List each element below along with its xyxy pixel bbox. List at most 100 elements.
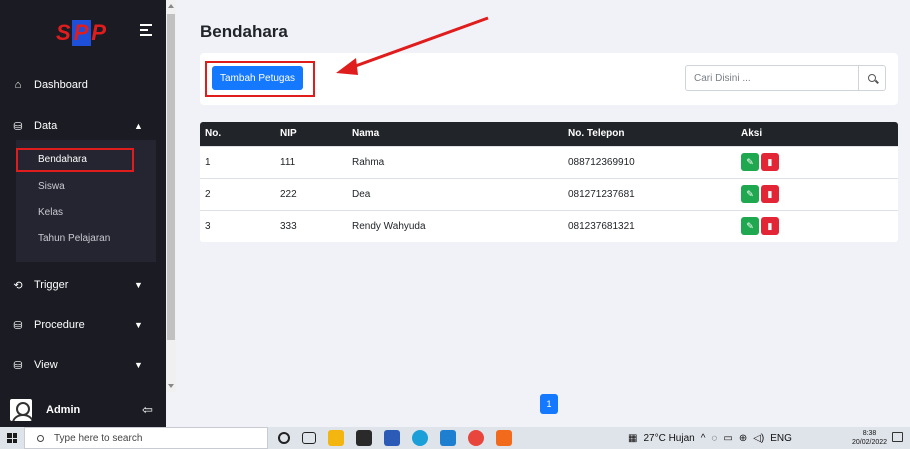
network-icon[interactable]: ◌: [711, 433, 717, 444]
cell-no: 3: [200, 209, 275, 242]
edit-button[interactable]: ✎: [741, 185, 759, 203]
scrollbar-thumb[interactable]: [167, 14, 175, 340]
weather-text[interactable]: 27°C Hujan: [643, 433, 694, 444]
table-row: 2 222 Dea 081271237681 ✎ ▮: [200, 177, 898, 210]
cortana-icon[interactable]: [278, 432, 290, 444]
user-name: Admin: [46, 403, 81, 416]
sidebar-item-trigger[interactable]: ⟲ Trigger ▼: [0, 272, 166, 298]
submenu-item-label: Bendahara: [38, 154, 87, 165]
cell-telepon: 088712369910: [563, 145, 736, 178]
search-icon: [37, 434, 44, 442]
sidebar: SPP ⌂ Dashboard ⛁ Data ▲ Bendahara Siswa…: [0, 0, 166, 427]
submenu-item-bendahara[interactable]: Bendahara: [16, 148, 134, 172]
battery-icon[interactable]: ▭: [723, 433, 732, 444]
bendahara-table: No. NIP Nama No. Telepon Aksi 1 111 Rahm…: [200, 122, 898, 242]
table-row: 3 333 Rendy Wahyuda 081237681321 ✎ ▮: [200, 209, 898, 242]
clock-date: 20/02/2022: [852, 439, 888, 446]
database-icon: ⛁: [13, 319, 23, 332]
submenu-item-siswa[interactable]: Siswa: [38, 181, 65, 192]
database-icon: ⛁: [13, 359, 23, 372]
chevron-up-icon[interactable]: ^: [701, 433, 706, 444]
app-window: SPP ⌂ Dashboard ⛁ Data ▲ Bendahara Siswa…: [0, 0, 910, 449]
taskbar: Type here to search ▦ 27°C Hujan ^ ◌ ▭ ⊕…: [0, 427, 910, 449]
system-tray: ▦ 27°C Hujan ^ ◌ ▭ ⊕ ◁) ENG: [628, 427, 792, 449]
delete-button[interactable]: ▮: [761, 153, 779, 171]
table-row: 1 111 Rahma 088712369910 ✎ ▮: [200, 145, 898, 178]
taskbar-apps: [278, 430, 512, 446]
logo-row: SPP: [0, 0, 166, 60]
home-icon: ⌂: [14, 79, 22, 91]
cell-no: 1: [200, 145, 275, 178]
word-icon[interactable]: [384, 430, 400, 446]
mail-icon[interactable]: [356, 430, 372, 446]
cell-nip: 333: [275, 209, 347, 242]
search-icon: [868, 74, 876, 82]
clock[interactable]: 8:38 20/02/2022: [852, 429, 887, 447]
sidebar-item-label: Dashboard: [34, 79, 88, 91]
cell-telepon: 081271237681: [563, 177, 736, 210]
cell-nama: Rendy Wahyuda: [347, 209, 563, 242]
submenu-item-tahun-pelajaran[interactable]: Tahun Pelajaran: [38, 233, 110, 244]
trash-icon: ▮: [767, 221, 773, 232]
pencil-icon: ✎: [746, 221, 754, 232]
task-view-icon[interactable]: [302, 432, 316, 444]
globe-icon[interactable]: ⊕: [739, 433, 747, 444]
start-button[interactable]: [0, 427, 24, 449]
app-logo[interactable]: SPP: [56, 20, 107, 46]
cell-nip: 222: [275, 177, 347, 210]
xampp-icon[interactable]: [496, 430, 512, 446]
pencil-icon: ✎: [746, 189, 754, 199]
windows-icon: [7, 433, 17, 443]
sidebar-item-label: Trigger: [34, 279, 69, 291]
sidebar-scrollbar[interactable]: [166, 0, 176, 392]
scroll-down-icon[interactable]: [168, 384, 174, 388]
cell-nama: Rahma: [347, 145, 563, 178]
edge-icon[interactable]: [412, 430, 428, 446]
submenu-item-kelas[interactable]: Kelas: [38, 207, 63, 218]
cell-telepon: 081237681321: [563, 209, 736, 242]
sidebar-item-data[interactable]: ⛁ Data ▲: [0, 113, 166, 139]
delete-button[interactable]: ▮: [761, 217, 779, 236]
chevron-down-icon: ▼: [134, 360, 143, 370]
edit-button[interactable]: ✎: [741, 217, 759, 236]
sidebar-item-procedure[interactable]: ⛁ Procedure ▼: [0, 312, 166, 338]
notification-icon[interactable]: [892, 432, 903, 442]
clock-time: 8:38: [862, 430, 877, 437]
language-indicator[interactable]: ENG: [770, 433, 792, 444]
pagination-page-1[interactable]: 1: [540, 394, 558, 414]
sidebar-item-dashboard[interactable]: ⌂ Dashboard: [0, 72, 166, 98]
vscode-icon[interactable]: [440, 430, 456, 446]
add-petugas-button[interactable]: Tambah Petugas: [212, 66, 304, 90]
file-explorer-icon[interactable]: [328, 430, 344, 446]
taskbar-search[interactable]: Type here to search: [24, 427, 268, 449]
table-header-row: No. NIP Nama No. Telepon Aksi: [200, 122, 898, 146]
edit-button[interactable]: ✎: [741, 153, 759, 171]
trash-icon: ▮: [767, 189, 773, 199]
search-button[interactable]: [858, 65, 886, 91]
search-input[interactable]: [685, 65, 858, 91]
cell-no: 2: [200, 177, 275, 210]
column-header-nip: NIP: [275, 122, 347, 146]
column-header-nama: Nama: [347, 122, 563, 146]
sidebar-item-label: Procedure: [34, 319, 85, 331]
column-header-aksi: Aksi: [736, 122, 898, 146]
cell-nip: 111: [275, 145, 347, 178]
user-panel: Admin ⇦: [0, 392, 166, 427]
history-icon: ⟲: [13, 279, 23, 292]
weather-icon: ▦: [628, 432, 638, 444]
chrome-icon[interactable]: [468, 430, 484, 446]
page-title: Bendahara: [200, 22, 288, 41]
chevron-down-icon: ▼: [134, 320, 143, 330]
volume-icon[interactable]: ◁): [753, 433, 764, 444]
sidebar-item-view[interactable]: ⛁ View ▼: [0, 352, 166, 378]
cell-nama: Dea: [347, 177, 563, 210]
scroll-up-icon[interactable]: [168, 4, 174, 8]
delete-button[interactable]: ▮: [761, 185, 779, 203]
sidebar-item-label: View: [34, 359, 58, 371]
logout-icon[interactable]: ⇦: [142, 402, 153, 418]
avatar: [10, 398, 32, 421]
search-group: [685, 65, 886, 91]
trash-icon: ▮: [767, 157, 773, 167]
sidebar-item-label: Data: [34, 120, 58, 132]
menu-toggle-icon[interactable]: [140, 24, 152, 39]
